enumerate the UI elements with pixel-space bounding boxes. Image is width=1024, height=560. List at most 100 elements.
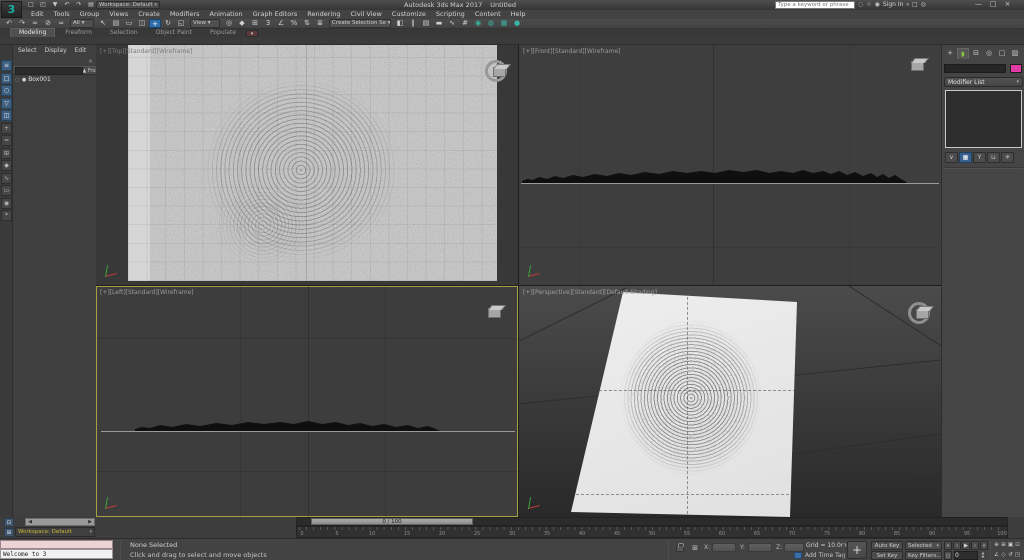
viewport-top[interactable]: [+][Top][Standard][Wireframe] bbox=[96, 45, 518, 285]
viewcube-cube-icon[interactable] bbox=[493, 67, 506, 77]
scroll-right-icon[interactable]: ▶ bbox=[86, 519, 94, 525]
z-coord-field[interactable] bbox=[784, 543, 804, 552]
select-by-name-icon[interactable]: ▤ bbox=[110, 19, 122, 28]
zoom-extents-all-icon[interactable]: ⊡ bbox=[1014, 541, 1021, 550]
select-and-move-icon[interactable]: + bbox=[149, 19, 161, 28]
viewport-front-label[interactable]: [+][Front][Standard][Wireframe] bbox=[523, 48, 621, 55]
viewport-perspective[interactable]: [+][Perspective][Standard][Default Shadi… bbox=[519, 286, 941, 517]
minimize-button[interactable]: — bbox=[975, 0, 982, 9]
make-unique-button[interactable]: Y bbox=[973, 152, 986, 163]
workspace-selector[interactable]: Workspace: Default▾ bbox=[96, 1, 160, 9]
zoom-all-icon[interactable]: ⊞ bbox=[1000, 541, 1007, 550]
menu-civil-view[interactable]: Civil View bbox=[345, 10, 386, 19]
explorer-menu-select[interactable]: Select bbox=[15, 46, 40, 55]
previous-frame-button[interactable]: ‹ bbox=[953, 541, 961, 550]
ribbon-toggle-icon[interactable]: ▬ bbox=[433, 19, 445, 28]
tab-create[interactable]: + bbox=[944, 48, 956, 59]
ribbon-tab-object-paint[interactable]: Object Paint bbox=[148, 29, 200, 37]
filter-geometry-icon[interactable]: □ bbox=[1, 73, 12, 84]
maxscript-macro-recorder[interactable] bbox=[0, 540, 113, 549]
select-and-rotate-icon[interactable]: ↻ bbox=[162, 19, 174, 28]
displaced-plane-top-view[interactable] bbox=[128, 45, 497, 281]
community-icon[interactable]: ☆ bbox=[866, 1, 871, 8]
filter-shapes-icon[interactable]: ○ bbox=[1, 85, 12, 96]
absolute-offset-toggle-icon[interactable]: ⊞ bbox=[690, 543, 700, 553]
configure-modifier-sets-button[interactable]: ✳ bbox=[1001, 152, 1014, 163]
filter-groups-icon[interactable]: ⊞ bbox=[1, 148, 12, 159]
maximize-viewport-toggle-icon[interactable]: ◳ bbox=[1014, 551, 1021, 560]
tab-display[interactable]: □ bbox=[996, 48, 1008, 59]
tab-hierarchy[interactable]: ⊟ bbox=[970, 48, 982, 59]
schematic-view-icon[interactable]: # bbox=[459, 19, 471, 28]
displaced-plane-front-silhouette[interactable] bbox=[519, 159, 941, 185]
zoom-extents-icon[interactable]: ▣ bbox=[1007, 541, 1014, 550]
ribbon-panel[interactable]: Polygon Modeling bbox=[0, 37, 1024, 45]
key-filters-button[interactable]: Key Filters... bbox=[905, 551, 942, 560]
ribbon-tab-freeform[interactable]: Freeform bbox=[57, 29, 100, 37]
tab-utilities[interactable]: ▨ bbox=[1009, 48, 1021, 59]
show-end-result-button[interactable]: ▦ bbox=[959, 152, 972, 163]
align-icon[interactable]: ∥ bbox=[407, 19, 419, 28]
pan-view-icon[interactable]: ◇ bbox=[1000, 551, 1007, 560]
open-file-icon[interactable]: ◰ bbox=[38, 1, 48, 9]
selection-lock-toggle[interactable]: ⊞ bbox=[4, 528, 14, 537]
viewcube[interactable] bbox=[488, 308, 501, 318]
use-pivot-point-center-icon[interactable]: ◎ bbox=[223, 19, 235, 28]
selection-filter-dropdown[interactable]: All ▾ bbox=[70, 19, 94, 28]
help-icon[interactable]: ◎ bbox=[921, 1, 926, 8]
filter-cameras-icon[interactable]: ◫ bbox=[1, 110, 12, 121]
menu-tools[interactable]: Tools bbox=[49, 10, 75, 19]
tab-modify[interactable]: ◗ bbox=[957, 48, 969, 59]
selection-region-icon[interactable]: ▭ bbox=[123, 19, 135, 28]
sign-in-button[interactable]: Sign In bbox=[883, 1, 904, 8]
auto-key-button[interactable]: Auto Key bbox=[871, 541, 903, 550]
current-frame-field[interactable] bbox=[954, 551, 978, 560]
explorer-row-box001[interactable]: ◌●Box001 bbox=[13, 75, 96, 84]
select-object-icon[interactable]: ↖ bbox=[97, 19, 109, 28]
viewcube[interactable] bbox=[911, 61, 924, 71]
menu-rendering[interactable]: Rendering bbox=[302, 10, 345, 19]
viewport-front[interactable]: [+][Front][Standard][Wireframe] bbox=[519, 45, 941, 285]
add-time-tag[interactable]: Add Time Tag bbox=[805, 552, 845, 559]
isolate-selection-toggle[interactable]: ⊡ bbox=[4, 518, 14, 527]
explorer-menu-edit[interactable]: Edit bbox=[72, 46, 90, 55]
ribbon-tab-populate[interactable]: Populate bbox=[202, 29, 244, 37]
mirror-icon[interactable]: ◧ bbox=[394, 19, 406, 28]
filter-helpers-icon[interactable]: + bbox=[1, 123, 12, 134]
filter-display-all-icon[interactable]: ≡ bbox=[1, 60, 12, 71]
play-animation-button[interactable]: ▶ bbox=[962, 541, 970, 550]
spinner-snap-toggle-icon[interactable]: ⇅ bbox=[301, 19, 313, 28]
filter-bones-icon[interactable]: ∿ bbox=[1, 173, 12, 184]
visibility-icon[interactable]: ◌ bbox=[15, 77, 20, 83]
menu-views[interactable]: Views bbox=[104, 10, 133, 19]
clear-search-icon[interactable]: × bbox=[88, 58, 93, 65]
ribbon-tab-modeling[interactable]: Modeling bbox=[10, 28, 55, 37]
remove-modifier-button[interactable]: ⊔ bbox=[987, 152, 1000, 163]
redo-icon[interactable]: ↷ bbox=[16, 19, 28, 28]
next-frame-button[interactable]: › bbox=[971, 541, 979, 550]
displaced-plane-left-silhouette[interactable] bbox=[96, 414, 518, 436]
explorer-search-input[interactable] bbox=[15, 67, 83, 75]
set-key-button[interactable]: Set Key bbox=[871, 551, 903, 560]
angle-snap-toggle-icon[interactable]: ∠ bbox=[275, 19, 287, 28]
render-production-icon[interactable]: ● bbox=[511, 19, 523, 28]
viewport-perspective-label[interactable]: [+][Perspective][Standard][Default Shadi… bbox=[523, 289, 657, 296]
time-slider-thumb[interactable]: 0 / 100 bbox=[311, 518, 473, 525]
save-file-icon[interactable]: ▼ bbox=[50, 1, 60, 9]
menu-group[interactable]: Group bbox=[75, 10, 105, 19]
key-mode-dropdown[interactable]: Selected▾ bbox=[905, 541, 942, 550]
redo-scene-icon[interactable]: ↷ bbox=[74, 1, 84, 9]
project-folder-icon[interactable]: ▤ bbox=[86, 1, 96, 9]
menu-modifiers[interactable]: Modifiers bbox=[165, 10, 205, 19]
reference-coordinate-system-dropdown[interactable]: View ▾ bbox=[190, 19, 220, 28]
edit-named-selection-sets-icon[interactable]: ≣ bbox=[314, 19, 326, 28]
frame-spinner[interactable]: ▲▼ bbox=[980, 551, 986, 560]
unlink-selection-icon[interactable]: ⊘ bbox=[42, 19, 54, 28]
track-bar[interactable]: 0510152025303540455055606570758085909510… bbox=[296, 526, 1008, 538]
menu-help[interactable]: Help bbox=[506, 10, 531, 19]
tab-motion[interactable]: ◎ bbox=[983, 48, 995, 59]
go-to-start-button[interactable]: « bbox=[944, 541, 952, 550]
modifier-stack[interactable] bbox=[945, 90, 1022, 148]
selection-lock-icon[interactable] bbox=[676, 545, 684, 552]
undo-scene-icon[interactable]: ↶ bbox=[62, 1, 72, 9]
